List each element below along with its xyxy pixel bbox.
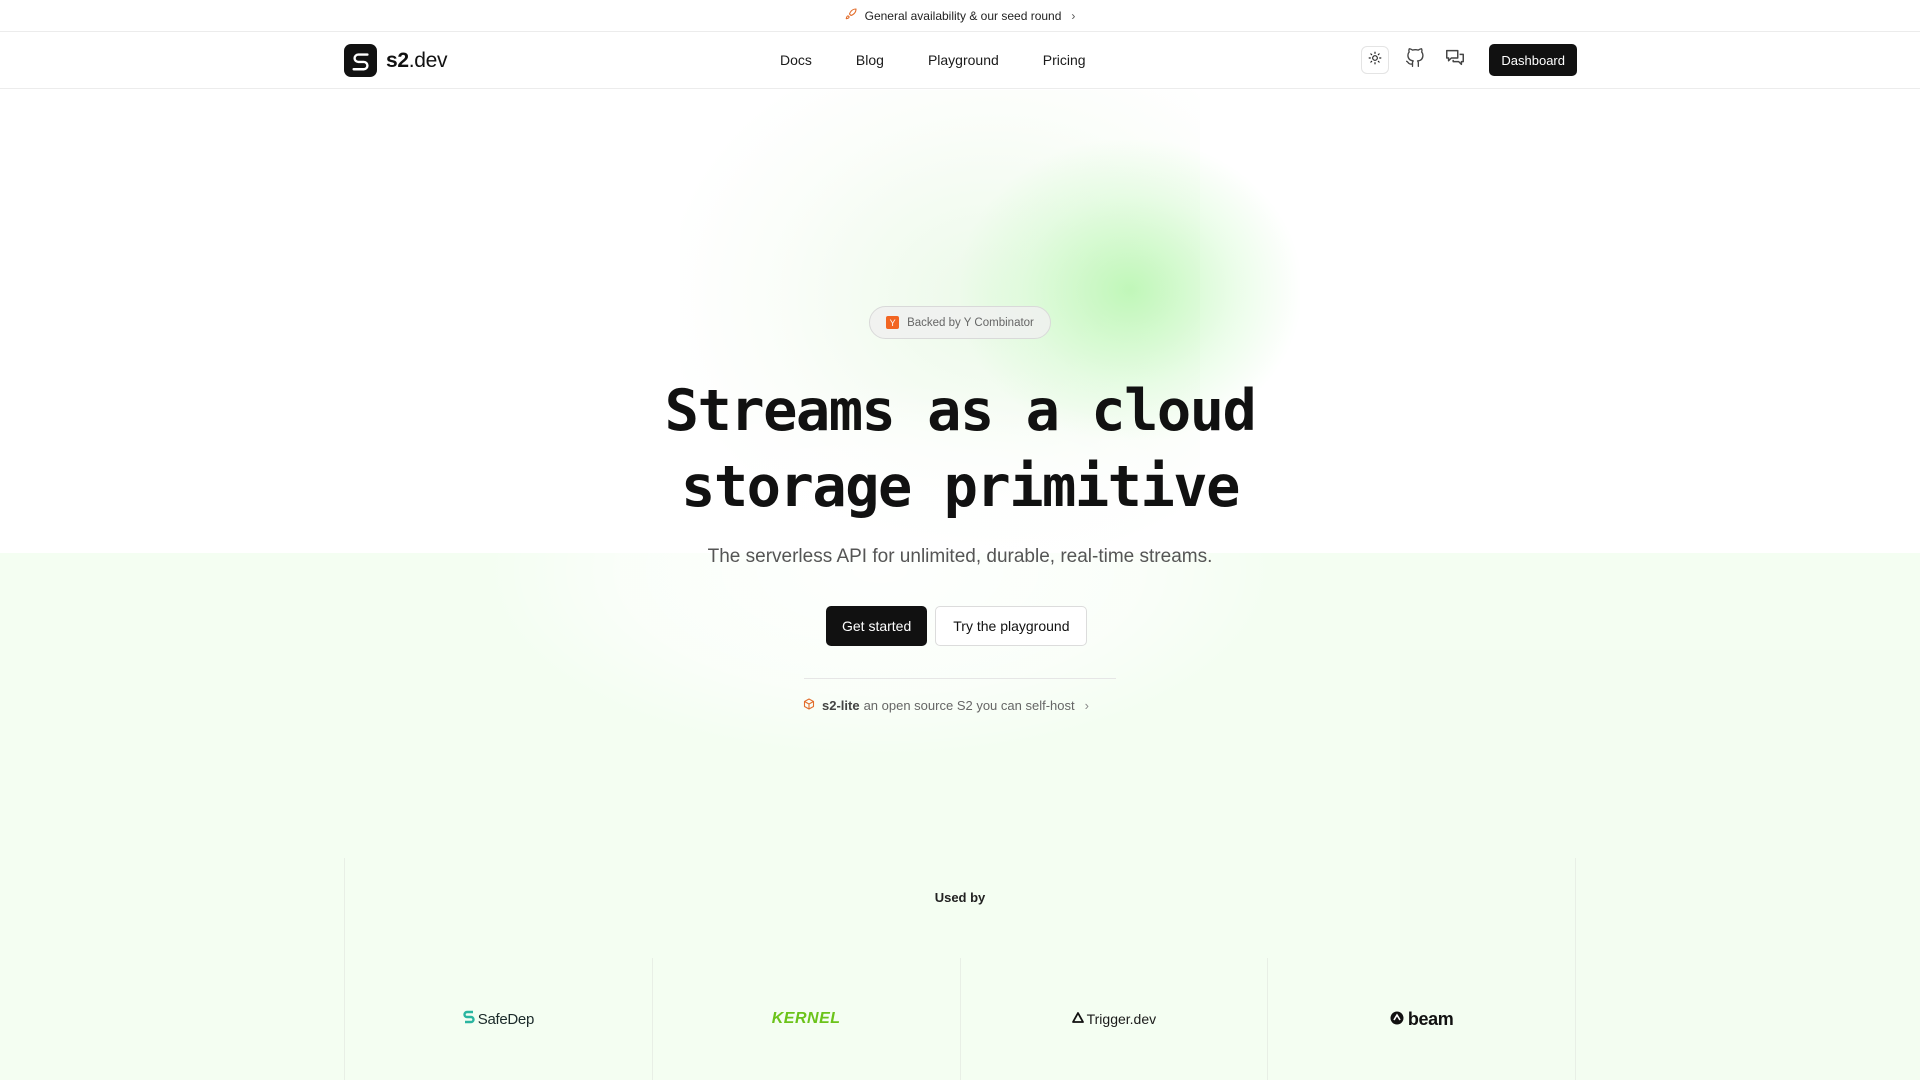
- nav-links: Docs Blog Playground Pricing: [780, 32, 1086, 88]
- chevron-right-icon: ›: [1071, 8, 1076, 23]
- logo-wordmark: s2.dev: [386, 48, 448, 72]
- hero-divider: [804, 678, 1116, 679]
- yc-badge-text: Backed by Y Combinator: [907, 316, 1034, 329]
- site-logo[interactable]: s2.dev: [344, 44, 448, 77]
- theme-toggle-button[interactable]: [1361, 46, 1390, 74]
- triangle-icon: [1071, 1012, 1084, 1026]
- cta-row: Get started Try the playground: [826, 606, 1088, 646]
- safedep-mark-icon: [463, 1010, 475, 1028]
- package-icon: [803, 697, 815, 713]
- nav-link-pricing[interactable]: Pricing: [1043, 52, 1086, 68]
- s2-lite-name: s2-lite: [822, 697, 860, 713]
- logo-cell-kernel: KERNEL: [653, 958, 961, 1080]
- github-icon: [1405, 47, 1425, 73]
- headline-line-2: storage primitive: [681, 454, 1240, 520]
- beam-logo: beam: [1390, 1009, 1454, 1030]
- logo-cell-trigger: Trigger.dev: [961, 958, 1269, 1080]
- nav-link-playground[interactable]: Playground: [928, 52, 999, 68]
- customer-logos: SafeDep KERNEL Trigger.dev beam: [345, 958, 1575, 1080]
- s2-lite-link[interactable]: s2-lite an open source S2 you can self-h…: [803, 695, 1089, 715]
- beam-mark-icon: [1390, 1011, 1404, 1028]
- logo-cell-beam: beam: [1268, 958, 1575, 1080]
- announcement-text: General availability & our seed round: [864, 8, 1062, 23]
- headline-line-1: Streams as a cloud: [664, 378, 1257, 444]
- hero-subheadline: The serverless API for unlimited, durabl…: [707, 546, 1213, 567]
- nav-actions: Dashboard: [1361, 44, 1577, 76]
- trigger-dev-logo: Trigger.dev: [1071, 1011, 1156, 1027]
- get-started-button[interactable]: Get started: [826, 606, 928, 646]
- s2-logo-icon: [344, 44, 377, 77]
- github-button[interactable]: [1401, 46, 1429, 74]
- navbar: s2.dev Docs Blog Playground Pricing Dash…: [0, 32, 1920, 89]
- used-by-title: Used by: [934, 890, 986, 905]
- nav-link-blog[interactable]: Blog: [856, 52, 884, 68]
- rocket-icon: [845, 8, 857, 23]
- nav-link-docs[interactable]: Docs: [780, 52, 812, 68]
- chevron-right-icon: ›: [1084, 697, 1089, 713]
- s2-lite-text: an open source S2 you can self-host: [863, 697, 1075, 713]
- dashboard-button[interactable]: Dashboard: [1489, 44, 1577, 76]
- safedep-logo: SafeDep: [463, 1010, 534, 1028]
- yc-badge[interactable]: Y Backed by Y Combinator: [869, 306, 1051, 339]
- discord-chat-button[interactable]: [1441, 46, 1469, 74]
- chat-bubbles-icon: [1444, 47, 1466, 74]
- y-combinator-icon: Y: [886, 316, 900, 329]
- try-playground-button[interactable]: Try the playground: [935, 606, 1088, 646]
- used-by-section: Used by SafeDep KERNEL Trigger.dev beam: [344, 858, 1576, 1080]
- announcement-bar[interactable]: General availability & our seed round ›: [0, 0, 1920, 32]
- kernel-logo: KERNEL: [771, 1010, 841, 1027]
- logo-cell-safedep: SafeDep: [345, 958, 653, 1080]
- sun-icon: [1368, 51, 1382, 70]
- hero-headline: Streams as a cloud storage primitive: [560, 373, 1360, 525]
